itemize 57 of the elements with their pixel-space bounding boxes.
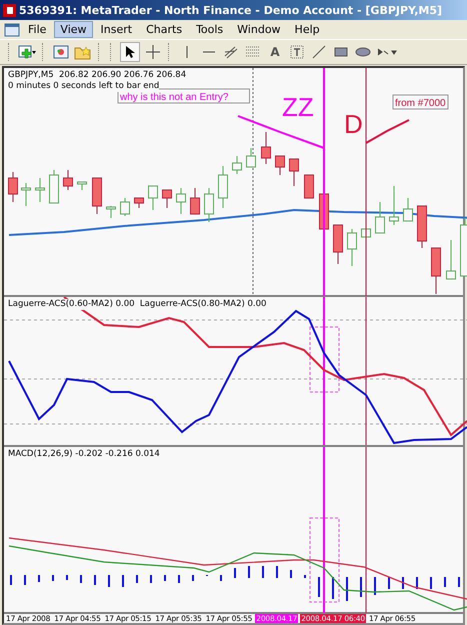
candle — [261, 132, 271, 164]
candle — [190, 188, 200, 214]
text-label-icon[interactable] — [288, 43, 306, 61]
candle — [246, 148, 256, 168]
candle — [275, 156, 285, 176]
chart-window-icon[interactable] — [52, 43, 70, 61]
candle — [35, 178, 45, 202]
candle — [63, 170, 73, 190]
annotation-label: why is this not an Entry? — [118, 88, 250, 104]
candle — [333, 224, 343, 264]
candle — [304, 174, 314, 198]
candle — [431, 248, 441, 294]
candle — [417, 206, 427, 248]
candle — [446, 240, 456, 280]
candle — [204, 188, 214, 222]
annotation-label: from #7000 — [392, 94, 448, 110]
candle — [389, 186, 399, 226]
candle — [148, 186, 158, 210]
window-title: 5369391: MetaTrader - North Finance - Demo Account - [GBPJPY,M5] — [19, 4, 442, 16]
app-icon — [3, 4, 16, 16]
menu-item[interactable]: View — [54, 21, 93, 38]
menu-item[interactable]: Charts — [140, 21, 188, 38]
annotation-text: D — [344, 109, 363, 139]
candle — [289, 158, 299, 186]
cursor-icon[interactable] — [120, 42, 140, 62]
candle — [232, 156, 242, 174]
document-icon[interactable] — [4, 22, 20, 36]
bar-timer: 0 minutes 0 seconds left to bar end — [8, 81, 160, 92]
candle — [21, 182, 31, 206]
candle — [77, 182, 87, 190]
candle — [347, 228, 357, 266]
candle — [92, 178, 102, 214]
new-chart-icon[interactable] — [18, 43, 36, 61]
indicator-label: MACD(12,26,9) -0.202 -0.216 0.014 — [8, 448, 160, 460]
trend-line — [366, 119, 410, 144]
candle — [134, 198, 144, 208]
candle — [49, 170, 59, 204]
candle — [176, 188, 186, 214]
candle — [120, 198, 130, 216]
text-tool[interactable]: A — [266, 43, 284, 61]
menu-item[interactable]: Tools — [190, 21, 230, 38]
candle — [106, 206, 116, 218]
candle — [218, 166, 228, 208]
candle — [162, 190, 172, 208]
candle — [375, 202, 385, 234]
candle — [8, 172, 18, 202]
indicator-label: Laguerre-ACS(0.60-MA2) 0.00 Laguerre-ACS(0.80-MA2) 0.00 — [8, 299, 266, 310]
diagonal-line-icon[interactable] — [310, 43, 328, 61]
crosshair-icon[interactable] — [144, 43, 162, 61]
menu-item[interactable]: Help — [288, 21, 326, 38]
menu-item[interactable]: Insert — [94, 21, 138, 38]
candle — [403, 198, 413, 222]
menu-item[interactable]: File — [22, 21, 52, 38]
selection-rectangle — [310, 326, 340, 393]
menu-item[interactable]: Window — [231, 21, 287, 38]
symbol-info: GBPJPY,M5 206.82 206.90 206.76 206.84 — [8, 70, 186, 81]
annotation-text: ZZ — [282, 92, 314, 122]
